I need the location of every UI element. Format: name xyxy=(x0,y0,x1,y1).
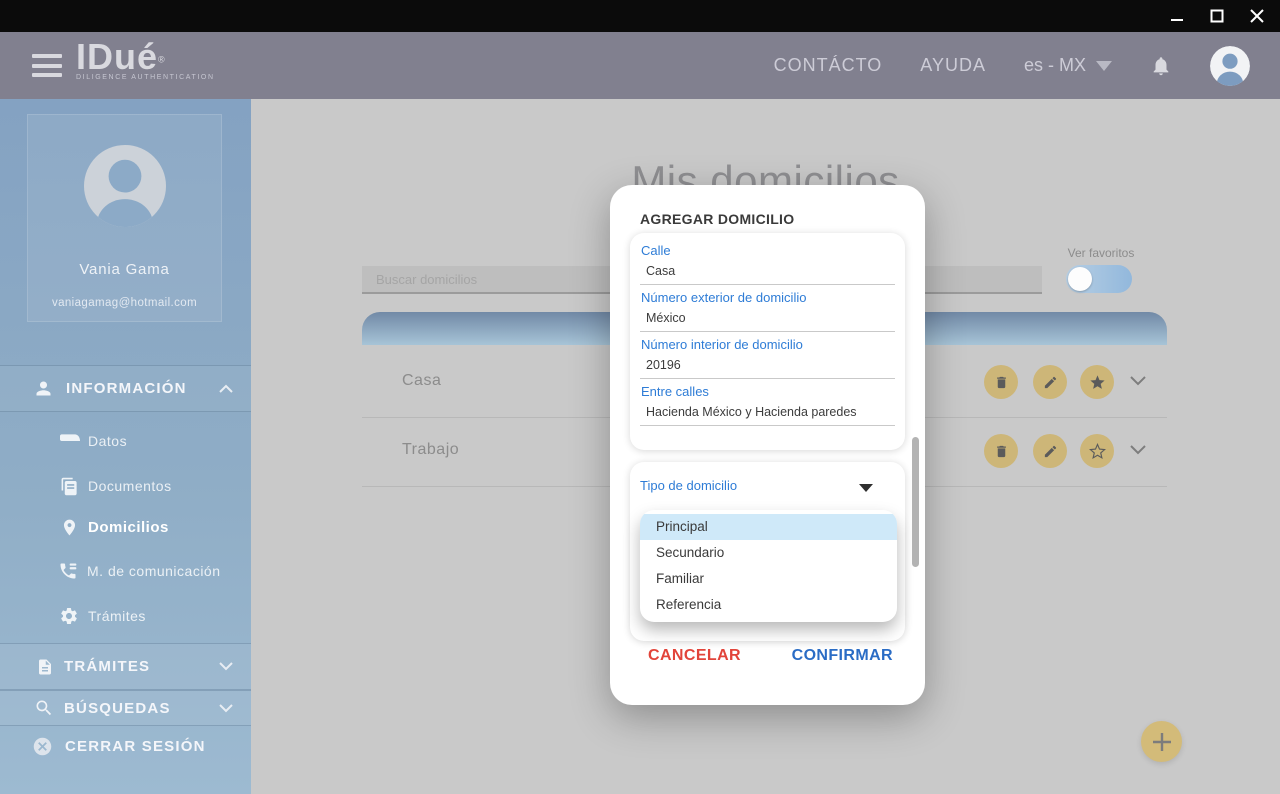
modal-actions: CANCELAR CONFIRMAR xyxy=(610,647,925,665)
sidebar-item-label: M. de comunicación xyxy=(87,563,221,579)
numero-interior-input[interactable] xyxy=(640,356,895,379)
sidebar-section-label: TRÁMITES xyxy=(64,658,151,675)
add-address-button[interactable] xyxy=(1141,721,1182,762)
minimize-icon[interactable] xyxy=(1164,3,1190,29)
contact-link[interactable]: CONTÁCTO xyxy=(774,55,883,76)
sidebar: Vania Gama vaniagamag@hotmail.com INFORM… xyxy=(0,99,251,794)
favorite-star-outline-button[interactable] xyxy=(1080,434,1114,468)
profile-email: vaniagamag@hotmail.com xyxy=(51,297,198,309)
app-logo: IDué® DILIGENCE AUTHENTICATION xyxy=(76,36,215,82)
close-icon[interactable] xyxy=(1244,3,1270,29)
sidebar-item-medios-comunicacion[interactable]: M. de comunicación xyxy=(0,551,251,591)
document-icon xyxy=(36,657,54,677)
field-label: Número interior de domicilio xyxy=(641,337,803,352)
option-secundario[interactable]: Secundario xyxy=(640,540,897,566)
confirm-button[interactable]: CONFIRMAR xyxy=(792,647,893,665)
language-selector[interactable]: es - MX xyxy=(1024,55,1112,76)
expand-row-chevron-icon[interactable] xyxy=(1130,445,1146,455)
user-avatar[interactable] xyxy=(1210,45,1250,86)
profile-name: Vania Gama xyxy=(79,261,170,278)
person-icon xyxy=(33,378,54,399)
chevron-down-icon xyxy=(219,703,233,713)
logo-title: IDué xyxy=(76,36,159,77)
dropdown-arrow-icon[interactable] xyxy=(859,484,873,492)
toggle-knob xyxy=(1068,267,1092,291)
menu-icon[interactable] xyxy=(32,54,62,77)
registered-mark: ® xyxy=(158,54,165,65)
sidebar-item-datos[interactable]: Datos xyxy=(0,421,251,461)
chevron-down-icon xyxy=(219,662,233,671)
sidebar-item-documentos[interactable]: Documentos xyxy=(0,466,251,506)
sidebar-item-label: Documentos xyxy=(88,478,172,494)
window-titlebar xyxy=(0,0,1280,32)
field-calle: Calle xyxy=(640,243,895,285)
address-type-dropdown: Principal Secundario Familiar Referencia xyxy=(640,510,897,622)
close-circle-icon xyxy=(32,736,53,757)
favorites-toggle[interactable] xyxy=(1066,265,1132,293)
app-header: IDué® DILIGENCE AUTHENTICATION CONTÁCTO … xyxy=(0,32,1280,99)
documents-icon xyxy=(60,476,79,497)
card-icon xyxy=(60,434,80,448)
option-principal[interactable]: Principal xyxy=(640,514,897,540)
sidebar-item-label: Domicilios xyxy=(88,518,169,536)
favorites-label: Ver favoritos xyxy=(1067,246,1135,260)
sidebar-section-informacion[interactable]: INFORMACIÓN xyxy=(0,365,251,412)
address-type-card: Tipo de domicilio Principal Secundario F… xyxy=(630,462,905,641)
app-window: IDué® DILIGENCE AUTHENTICATION CONTÁCTO … xyxy=(0,0,1280,794)
edit-button[interactable] xyxy=(1033,365,1067,399)
sidebar-item-tramites-sub[interactable]: Trámites xyxy=(0,596,251,636)
row-name: Casa xyxy=(402,372,442,389)
entre-calles-input[interactable] xyxy=(640,403,895,426)
phone-icon xyxy=(58,561,78,581)
modal-scrollbar[interactable] xyxy=(912,437,919,567)
option-familiar[interactable]: Familiar xyxy=(640,566,897,592)
row-name: Trabajo xyxy=(402,441,460,458)
profile-card: Vania Gama vaniagamag@hotmail.com xyxy=(27,114,222,322)
delete-button[interactable] xyxy=(984,365,1018,399)
sidebar-logout[interactable]: CERRAR SESIÓN xyxy=(0,729,251,763)
language-label: es - MX xyxy=(1023,55,1086,75)
logo-subtitle: DILIGENCE AUTHENTICATION xyxy=(76,74,215,81)
calle-input[interactable] xyxy=(640,262,895,285)
sidebar-item-domicilios[interactable]: Domicilios xyxy=(0,507,251,547)
delete-button[interactable] xyxy=(984,434,1018,468)
profile-avatar xyxy=(84,145,166,227)
sidebar-section-busquedas[interactable]: BÚSQUEDAS xyxy=(0,690,251,726)
modal-title: AGREGAR DOMICILIO xyxy=(640,211,795,227)
field-numero-exterior: Número exterior de domicilio xyxy=(640,290,895,332)
sidebar-item-label: Trámites xyxy=(88,608,146,624)
logout-label: CERRAR SESIÓN xyxy=(65,737,206,755)
notifications-bell-icon[interactable] xyxy=(1150,54,1172,78)
field-label: Número exterior de domicilio xyxy=(641,290,807,305)
add-address-modal: AGREGAR DOMICILIO Calle Número exterior … xyxy=(610,185,925,705)
option-referencia[interactable]: Referencia xyxy=(640,592,897,618)
select-label: Tipo de domicilio xyxy=(640,478,738,493)
expand-row-chevron-icon[interactable] xyxy=(1130,376,1146,386)
sidebar-item-label: Datos xyxy=(88,433,128,449)
field-numero-interior: Número interior de domicilio xyxy=(640,337,895,379)
address-form-card: Calle Número exterior de domicilio Númer… xyxy=(630,233,905,450)
chevron-down-icon xyxy=(1096,60,1112,71)
chevron-up-icon xyxy=(219,384,233,393)
field-entre-calles: Entre calles xyxy=(640,384,895,426)
sidebar-section-tramites[interactable]: TRÁMITES xyxy=(0,643,251,690)
field-label: Calle xyxy=(641,243,671,258)
sidebar-section-label: BÚSQUEDAS xyxy=(64,699,171,717)
numero-exterior-input[interactable] xyxy=(640,309,895,332)
cancel-button[interactable]: CANCELAR xyxy=(648,647,741,665)
gear-icon xyxy=(59,606,79,626)
edit-button[interactable] xyxy=(1033,434,1067,468)
pin-icon xyxy=(60,517,79,538)
favorite-star-filled-button[interactable] xyxy=(1080,365,1114,399)
maximize-icon[interactable] xyxy=(1204,3,1230,29)
sidebar-section-label: INFORMACIÓN xyxy=(66,380,187,397)
field-label: Entre calles xyxy=(641,384,709,399)
search-icon xyxy=(34,698,54,718)
help-link[interactable]: AYUDA xyxy=(920,55,986,76)
